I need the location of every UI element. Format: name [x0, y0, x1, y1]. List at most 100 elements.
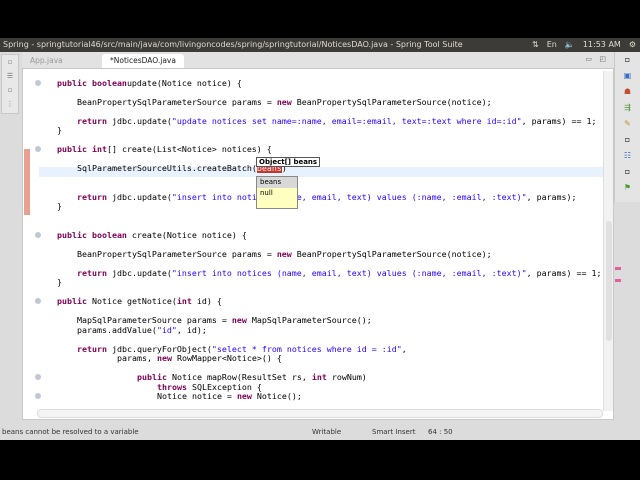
restore-icon[interactable]: ▫: [615, 52, 640, 68]
string-token: "id": [156, 324, 177, 335]
code-token: , id);: [176, 324, 207, 335]
code-line: public Notice mapRow(ResultSet rs, int r…: [37, 372, 367, 382]
fold-toggle-icon[interactable]: [35, 146, 41, 152]
horizontal-scrollbar[interactable]: [37, 409, 603, 418]
status-insert-mode: Smart Insert: [372, 428, 416, 436]
task-icon[interactable]: ☗: [615, 84, 640, 100]
tab-app-java[interactable]: App.java: [22, 54, 71, 68]
code-line: return jdbc.update("insert into notices …: [37, 268, 602, 278]
spring-icon[interactable]: ✎: [615, 116, 640, 132]
restore-icon[interactable]: ▫: [615, 132, 640, 148]
boot-dashboard-icon[interactable]: ⚑: [615, 180, 640, 196]
vertical-scrollbar[interactable]: [603, 71, 613, 411]
error-marker[interactable]: [615, 279, 621, 282]
fold-toggle-icon[interactable]: [35, 79, 41, 86]
code-line: }: [37, 125, 62, 135]
keyword-token: return: [77, 267, 107, 278]
restore-icon[interactable]: ▫: [2, 83, 18, 97]
scroll-thumb[interactable]: [606, 221, 612, 341]
code-token: }: [57, 277, 62, 287]
keyword-token: public: [57, 296, 87, 306]
code-token: rowNum): [326, 372, 367, 382]
keyword-token: new: [236, 391, 252, 401]
code-token: , params);: [526, 191, 577, 202]
editor-tabs: App.java *NoticesDAO.java ▭ ◰: [22, 52, 614, 68]
outline-icon[interactable]: ▣: [615, 68, 640, 84]
code-token: RowMapper<Notice>() {: [171, 353, 282, 363]
error-marker[interactable]: [615, 267, 621, 270]
console-icon[interactable]: ☷: [615, 148, 640, 164]
volume-icon[interactable]: 🔈: [565, 38, 575, 52]
restore-icon[interactable]: ▫: [2, 55, 18, 69]
code-token: create(Notice notice) {: [126, 229, 247, 240]
code-line: public int[] create(List<Notice> notices…: [37, 144, 272, 154]
keyword-token: throws: [157, 381, 187, 392]
code-token: Notice notice =: [157, 391, 237, 401]
status-message: beans cannot be resolved to a variable: [2, 428, 139, 436]
code-token: params.addValue(: [77, 324, 157, 335]
fold-toggle-icon[interactable]: [35, 298, 41, 304]
code-line: params, new RowMapper<Notice>() {: [37, 353, 282, 363]
settings-gear-icon[interactable]: ⚙: [629, 38, 636, 52]
code-token: SQLException {: [186, 381, 262, 392]
code-token: jdbc.update(: [106, 115, 172, 126]
hierarchy-icon[interactable]: ⋮: [2, 97, 18, 111]
code-token: jdbc.queryForObject(: [106, 343, 212, 354]
code-token: }: [57, 201, 62, 211]
code-line: return jdbc.update("insert into notices …: [37, 192, 577, 202]
completion-item[interactable]: null: [257, 188, 297, 199]
window-title: Spring - springtutorial46/src/main/java/…: [3, 40, 463, 49]
keyword-token: new: [276, 248, 292, 259]
fold-toggle-icon[interactable]: [35, 374, 41, 380]
code-token: Notice();: [251, 391, 302, 401]
servers-icon[interactable]: ⇶: [615, 100, 640, 116]
clock[interactable]: 11:53 AM: [583, 38, 621, 52]
code-token: jdbc.update(: [106, 191, 172, 202]
code-line: params.addValue("id", id);: [37, 325, 207, 335]
code-token: BeanPropertySqlParameterSource(notice);: [291, 96, 492, 107]
code-token: Notice mapRow(ResultSet rs,: [166, 372, 312, 382]
code-token: , params) == 1;: [521, 115, 597, 126]
code-editor[interactable]: public booleanupdate(Notice notice) { Bea…: [22, 68, 621, 420]
code-token: id) {: [191, 296, 222, 306]
package-explorer-icon[interactable]: ☰: [2, 69, 18, 83]
parameter-hint-tooltip: Object[] beans: [256, 157, 321, 167]
code-token: BeanPropertySqlParameterSource(notice);: [291, 248, 492, 259]
keyword-token: public: [137, 372, 167, 382]
fold-toggle-icon[interactable]: [35, 393, 41, 399]
completion-item[interactable]: beans: [257, 177, 297, 188]
code-token: }: [57, 125, 62, 135]
string-token: "insert into notices (name, email, text)…: [171, 267, 527, 278]
status-bar: beans cannot be resolved to a variable W…: [0, 424, 640, 440]
code-line: return jdbc.queryForObject("select * fro…: [37, 344, 407, 354]
keyword-token: return: [77, 343, 107, 354]
code-line: public boolean create(Notice notice) {: [37, 230, 247, 240]
minimize-icon[interactable]: ▭: [585, 55, 592, 63]
window-title-bar: Spring - springtutorial46/src/main/java/…: [0, 38, 640, 52]
keyword-token: new: [276, 96, 292, 107]
tab-noticesdao-java[interactable]: *NoticesDAO.java: [102, 54, 184, 68]
status-cursor-position: 64 : 50: [428, 428, 453, 436]
system-tray: ⇅ En 🔈 11:53 AM ⚙: [532, 38, 636, 52]
code-line: public booleanupdate(Notice notice) {: [37, 78, 242, 88]
code-token: SqlParameterSourceUtils.createBatch(: [77, 163, 257, 173]
ide-workbench: ▫ ☰ ▫ ⋮ App.java *NoticesDAO.java ▭ ◰ pu…: [0, 52, 640, 440]
status-writable: Writable: [312, 428, 342, 436]
code-line: MapSqlParameterSource params = new MapSq…: [37, 315, 372, 325]
code-token: jdbc.update(: [106, 267, 172, 278]
network-icon[interactable]: ⇅: [532, 38, 539, 52]
code-token: params,: [117, 353, 157, 363]
restore-icon[interactable]: ▫: [615, 164, 640, 180]
code-line: }: [37, 201, 62, 211]
maximize-icon[interactable]: ◰: [599, 55, 606, 63]
keyword-token: public int: [57, 144, 107, 154]
code-line: BeanPropertySqlParameterSource params = …: [37, 97, 492, 107]
code-line: BeanPropertySqlParameterSource params = …: [37, 249, 492, 259]
keyword-token: return: [77, 191, 107, 202]
code-token: , params) == 1;: [526, 267, 602, 278]
fold-toggle-icon[interactable]: [35, 231, 41, 238]
code-token: ,: [401, 343, 407, 354]
code-token: MapSqlParameterSource params =: [77, 315, 232, 325]
keyword-token: return: [77, 115, 107, 126]
keyboard-indicator[interactable]: En: [547, 38, 557, 52]
